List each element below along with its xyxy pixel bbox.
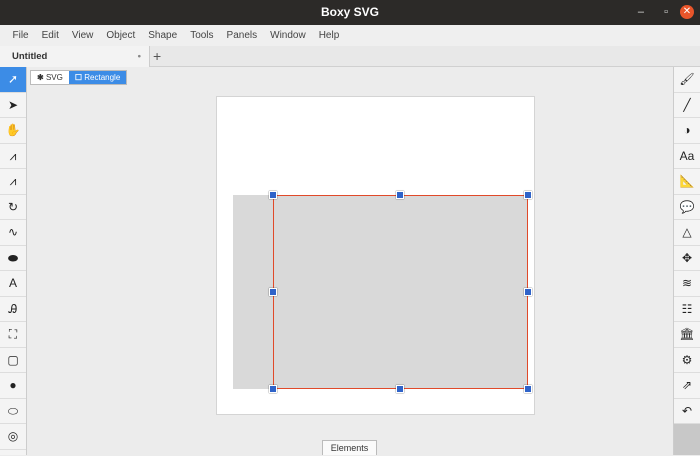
resize-handle[interactable] — [269, 385, 277, 393]
resize-handle[interactable] — [269, 191, 277, 199]
menu-help[interactable]: Help — [312, 25, 346, 46]
resize-handle[interactable] — [524, 288, 532, 296]
ring-tool-icon[interactable]: ◎ — [0, 424, 26, 450]
resize-handle[interactable] — [396, 385, 404, 393]
geometry-panel-icon[interactable]: 📐 — [674, 169, 700, 195]
elements-list-panel-icon[interactable]: ☷ — [674, 296, 700, 322]
tab-bar: Untitled • + — [0, 46, 700, 67]
history-panel-icon[interactable]: ↶ — [674, 398, 700, 424]
breadcrumb-label: Rectangle — [84, 73, 121, 82]
rectangle-icon: ☐ — [74, 73, 83, 82]
breadcrumb-rectangle[interactable]: ☐ Rectangle — [68, 71, 127, 84]
compositing-panel-icon[interactable]: ◑ — [674, 118, 700, 144]
menu-tools[interactable]: Tools — [184, 25, 220, 46]
bezier-tool-icon[interactable]: ⩘ — [0, 144, 26, 169]
new-tab-button[interactable]: + — [153, 46, 161, 67]
resize-handle[interactable] — [524, 385, 532, 393]
export-panel-icon[interactable]: ⇗ — [674, 373, 700, 399]
typography-panel-icon[interactable]: Aa — [674, 143, 700, 169]
text-tool-icon[interactable]: A — [0, 271, 26, 297]
menu-shape[interactable]: Shape — [142, 25, 184, 46]
menu-file[interactable]: File — [6, 25, 35, 46]
restore-button[interactable]: ▫ — [664, 0, 668, 25]
text-path-tool-icon[interactable]: Ꭿ — [0, 297, 26, 322]
title-bar: Boxy SVG — [0, 0, 700, 25]
layers-panel-icon[interactable]: ≋ — [674, 271, 700, 297]
window-title: Boxy SVG — [320, 5, 380, 19]
arc-tool-icon[interactable]: ↻ — [0, 195, 26, 220]
pan-tool-icon[interactable]: ✋ — [0, 118, 26, 144]
freehand-tool-icon[interactable]: ∿ — [0, 220, 26, 246]
menu-panels[interactable]: Panels — [220, 25, 264, 46]
left-toolbar: ➚ ➤ ✋ ⩘ ⩘ ↻ ∿ ⬬ A Ꭿ ⛶ ▢ ● ⬭ ◎ — [0, 67, 27, 455]
comments-panel-icon[interactable]: 💬 — [674, 194, 700, 220]
menu-edit[interactable]: Edit — [35, 25, 65, 46]
resize-handle[interactable] — [524, 191, 532, 199]
defs-panel-icon[interactable]: △ — [674, 220, 700, 246]
select-tool-icon[interactable]: ➚ — [0, 67, 26, 93]
edit-tool-icon[interactable]: ➤ — [0, 93, 26, 118]
ellipse-tool-icon[interactable]: ⬭ — [0, 399, 26, 424]
fill-panel-icon[interactable]: 🖌 — [674, 67, 700, 93]
crop-tool-icon[interactable]: ⛶ — [0, 322, 26, 348]
ellipse-fill-tool-icon[interactable]: ⬬ — [0, 246, 26, 271]
resize-handle[interactable] — [269, 288, 277, 296]
library-panel-icon[interactable]: 🏛 — [674, 322, 700, 348]
breadcrumb: ✱ SVG ☐ Rectangle — [30, 70, 128, 85]
menu-object[interactable]: Object — [100, 25, 142, 46]
tab-label: Untitled — [12, 51, 48, 62]
breadcrumb-svg[interactable]: ✱ SVG — [31, 71, 69, 84]
svg-icon: ✱ — [37, 73, 44, 82]
triangle-tool-icon[interactable]: ⩘ — [0, 169, 26, 195]
breadcrumb-label: SVG — [45, 73, 63, 82]
right-panel-bar: 🖌 ╱ ◑ Aa 📐 💬 △ ✥ ≋ ☷ 🏛 ⚙ ⇗ ↶ — [673, 67, 700, 455]
menu-window[interactable]: Window — [264, 25, 313, 46]
transform-panel-icon[interactable]: ✥ — [674, 245, 700, 271]
circle-tool-icon[interactable]: ● — [0, 373, 26, 399]
generators-panel-icon[interactable]: ⚙ — [674, 347, 700, 373]
rectangle-tool-icon[interactable]: ▢ — [0, 348, 26, 373]
selected-rectangle[interactable] — [273, 195, 528, 389]
close-button[interactable]: ✕ — [680, 5, 694, 19]
menu-view[interactable]: View — [65, 25, 100, 46]
resize-handle[interactable] — [396, 191, 404, 199]
menu-bar: File Edit View Object Shape Tools Panels… — [0, 25, 700, 46]
modified-indicator[interactable]: • — [138, 46, 141, 67]
elements-button[interactable]: Elements — [322, 440, 377, 455]
tab-untitled[interactable]: Untitled • — [0, 46, 150, 67]
minimize-button[interactable]: ‒ — [638, 0, 644, 25]
background-rectangle[interactable] — [233, 195, 273, 389]
stroke-panel-icon[interactable]: ╱ — [674, 92, 700, 118]
